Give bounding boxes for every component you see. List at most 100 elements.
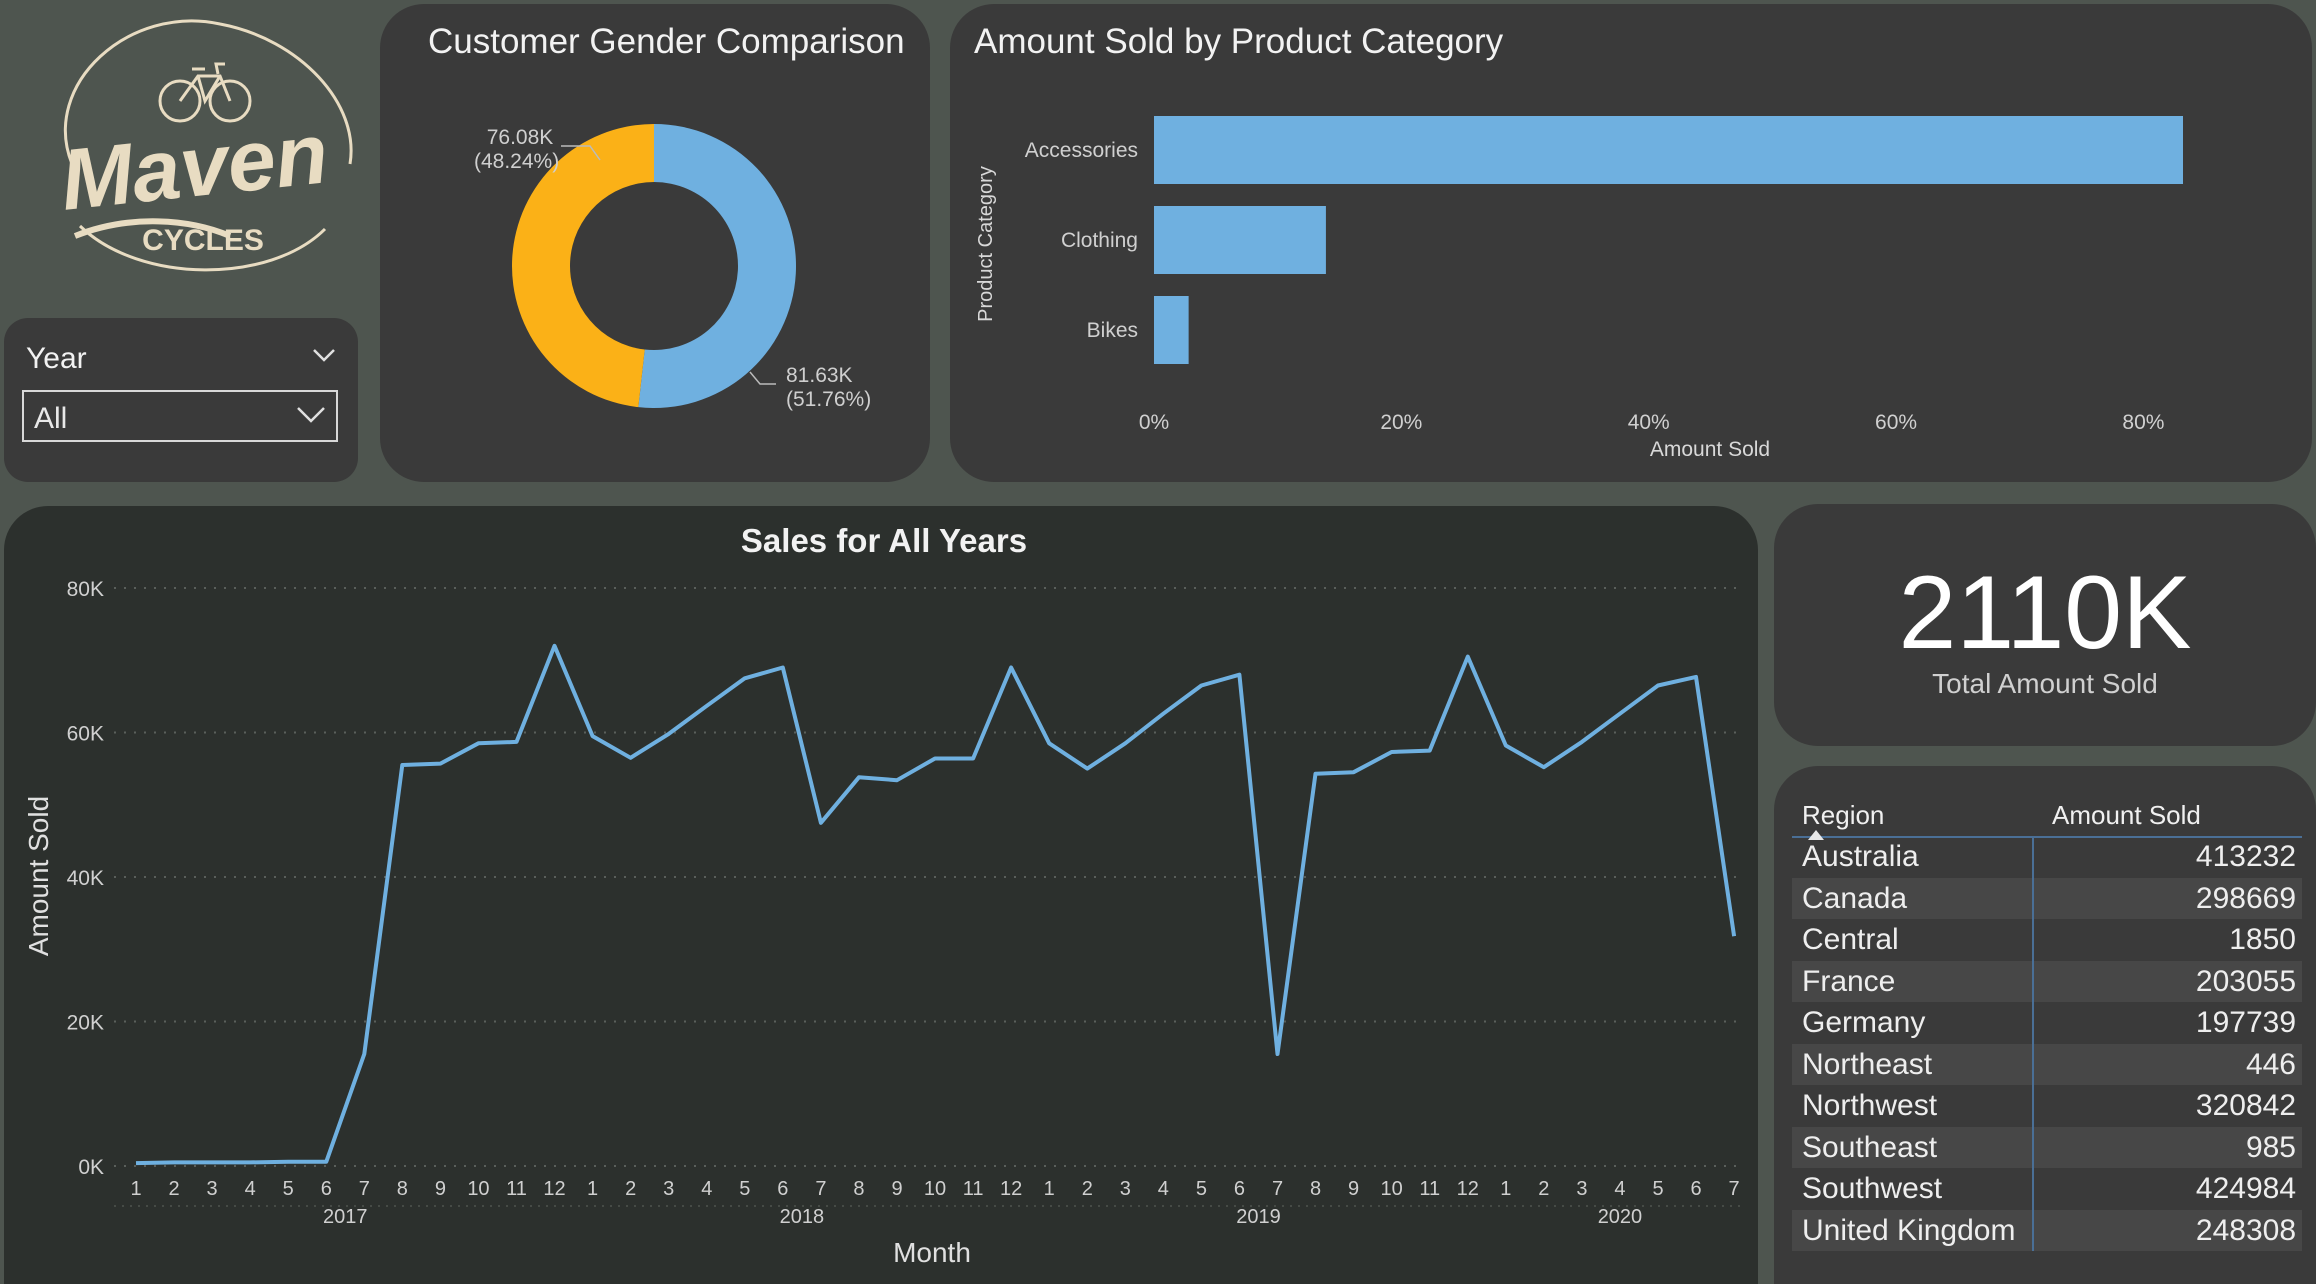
logo-cycles-text: CYCLES (142, 224, 264, 257)
x-tick-label: 12 (543, 1178, 565, 1200)
category-bar-chart: Accessories Clothing Bikes 0% 20% 40% 60% 80% P… (975, 116, 2183, 461)
region-cell: Northwest (1802, 1089, 1938, 1122)
donut-label-female-value: 76.08K (487, 126, 554, 149)
sales-series-line[interactable] (135, 643, 1737, 1166)
x-tick-label: 8 (853, 1178, 864, 1200)
chevron-down-icon[interactable] (296, 406, 326, 429)
table-row[interactable]: Southeast 985 (1792, 1126, 2302, 1168)
bar-category-label: Clothing (1061, 229, 1138, 252)
x-tick-label: 9 (1348, 1178, 1359, 1200)
logo-maven-text: Maven (56, 105, 332, 228)
x-tick-label: 5 (283, 1178, 294, 1200)
region-cell: Central (1802, 923, 1899, 956)
x-year-label: 2018 (780, 1206, 825, 1228)
y-tick-label: 20K (67, 1012, 104, 1035)
bar-x-tick-label: 60% (1875, 411, 1917, 434)
amount-sold-cell: 424984 (2195, 1172, 2296, 1205)
y-tick-label: 60K (67, 723, 104, 746)
x-tick-label: 10 (1381, 1178, 1403, 1200)
table-body: Australia 413232 Canada 298669 Central 1850 Fr… (1792, 836, 2302, 1251)
x-tick-label: 5 (1652, 1178, 1663, 1200)
line-y-axis-title: Amount Sold (23, 796, 54, 956)
bar-clothing[interactable] (1154, 206, 1326, 274)
x-year-label: 2020 (1598, 1206, 1643, 1228)
year-slicer-label: Year (26, 342, 87, 375)
x-tick-label: 7 (815, 1178, 826, 1200)
x-tick-label: 11 (506, 1178, 527, 1200)
x-tick-label: 4 (1614, 1178, 1625, 1200)
x-tick-label: 6 (321, 1178, 332, 1200)
region-cell: Southeast (1802, 1130, 1938, 1164)
x-tick-label: 4 (245, 1178, 256, 1200)
total-amount-value: 2110K (1898, 555, 2192, 671)
region-table-card: Region Amount Sold Australia 413232 Canada… (1774, 766, 2316, 1284)
total-amount-label: Total Amount Sold (1932, 668, 2158, 699)
x-tick-label: 6 (1690, 1178, 1701, 1200)
year-dropdown[interactable]: All (22, 390, 338, 442)
x-tick-label: 5 (739, 1178, 750, 1200)
bar-bikes[interactable] (1154, 296, 1189, 364)
year-slicer[interactable]: Year All (4, 318, 358, 482)
year-dropdown-value: All (34, 402, 68, 435)
x-tick-label: 11 (963, 1178, 984, 1200)
chevron-down-icon[interactable] (312, 348, 336, 367)
column-header-region[interactable]: Region (1802, 800, 1884, 831)
bar-x-tick-label: 40% (1628, 411, 1670, 434)
table-row[interactable]: Southwest 424984 (1792, 1168, 2302, 1210)
region-cell: Canada (1802, 881, 1908, 915)
x-tick-label: 3 (1576, 1178, 1587, 1200)
sales-line-chart: Sales for All Years Amount Sold Month 0K… (23, 522, 1740, 1268)
x-tick-label: 2 (1538, 1178, 1549, 1200)
x-year-label: 2019 (1236, 1206, 1281, 1228)
bar-x-tick-label: 80% (2122, 411, 2164, 434)
amount-sold-cell: 985 (2245, 1130, 2296, 1164)
y-tick-label: 80K (67, 578, 104, 601)
x-tick-label: 1 (587, 1178, 598, 1200)
x-tick-label: 1 (1044, 1178, 1055, 1200)
bar-accessories[interactable] (1154, 116, 2183, 184)
amount-sold-cell: 248308 (2195, 1213, 2296, 1247)
table-row[interactable]: United Kingdom 248308 (1792, 1209, 2302, 1251)
x-tick-label: 6 (777, 1178, 788, 1200)
table-row[interactable]: Germany 197739 (1792, 1002, 2302, 1044)
maven-cycles-logo: Maven CYCLES (20, 14, 370, 294)
total-amount-card: 2110K Total Amount Sold (1774, 504, 2316, 746)
x-tick-label: 9 (891, 1178, 902, 1200)
amount-sold-cell: 298669 (2195, 881, 2296, 915)
x-tick-label: 11 (1419, 1178, 1440, 1200)
x-tick-label: 7 (1272, 1178, 1283, 1200)
table-row[interactable]: Canada 298669 (1792, 877, 2302, 919)
x-tick-label: 2 (625, 1178, 636, 1200)
table-row[interactable]: Central 1850 (1792, 919, 2302, 961)
column-header-amount-sold[interactable]: Amount Sold (2052, 800, 2201, 831)
donut-label-male-pct: (51.76%) (786, 388, 871, 411)
table-row[interactable]: Northeast 446 (1792, 1043, 2302, 1085)
bar-category-label: Bikes (1087, 319, 1138, 342)
x-tick-label: 7 (1729, 1178, 1740, 1200)
donut-label-male-value: 81.63K (786, 364, 853, 387)
line-x-axis-title: Month (893, 1237, 971, 1268)
x-tick-label: 4 (701, 1178, 712, 1200)
x-tick-label: 2 (168, 1178, 179, 1200)
x-tick-label: 5 (1196, 1178, 1207, 1200)
region-cell: Germany (1802, 1006, 1926, 1039)
x-tick-label: 10 (924, 1178, 946, 1200)
table-row[interactable]: Northwest 320842 (1792, 1085, 2302, 1127)
column-divider (2032, 836, 2034, 1251)
gender-donut-card: Customer Gender Comparison 76.08K (48.24… (380, 4, 930, 482)
x-tick-label: 7 (359, 1178, 370, 1200)
amount-sold-cell: 1850 (2229, 923, 2296, 956)
donut-slice-male[interactable] (638, 124, 797, 408)
table-row[interactable]: Australia 413232 (1792, 836, 2302, 878)
x-tick-label: 9 (435, 1178, 446, 1200)
region-cell: Southwest (1802, 1172, 1943, 1205)
table-row[interactable]: France 203055 (1792, 960, 2302, 1002)
x-tick-label: 6 (1234, 1178, 1245, 1200)
x-tick-label: 12 (1457, 1178, 1479, 1200)
region-cell: United Kingdom (1802, 1213, 2016, 1247)
x-tick-label: 3 (207, 1178, 218, 1200)
amount-sold-cell: 413232 (2195, 840, 2296, 873)
amount-sold-cell: 203055 (2195, 964, 2296, 998)
x-tick-label: 10 (467, 1178, 489, 1200)
x-tick-label: 1 (130, 1178, 141, 1200)
